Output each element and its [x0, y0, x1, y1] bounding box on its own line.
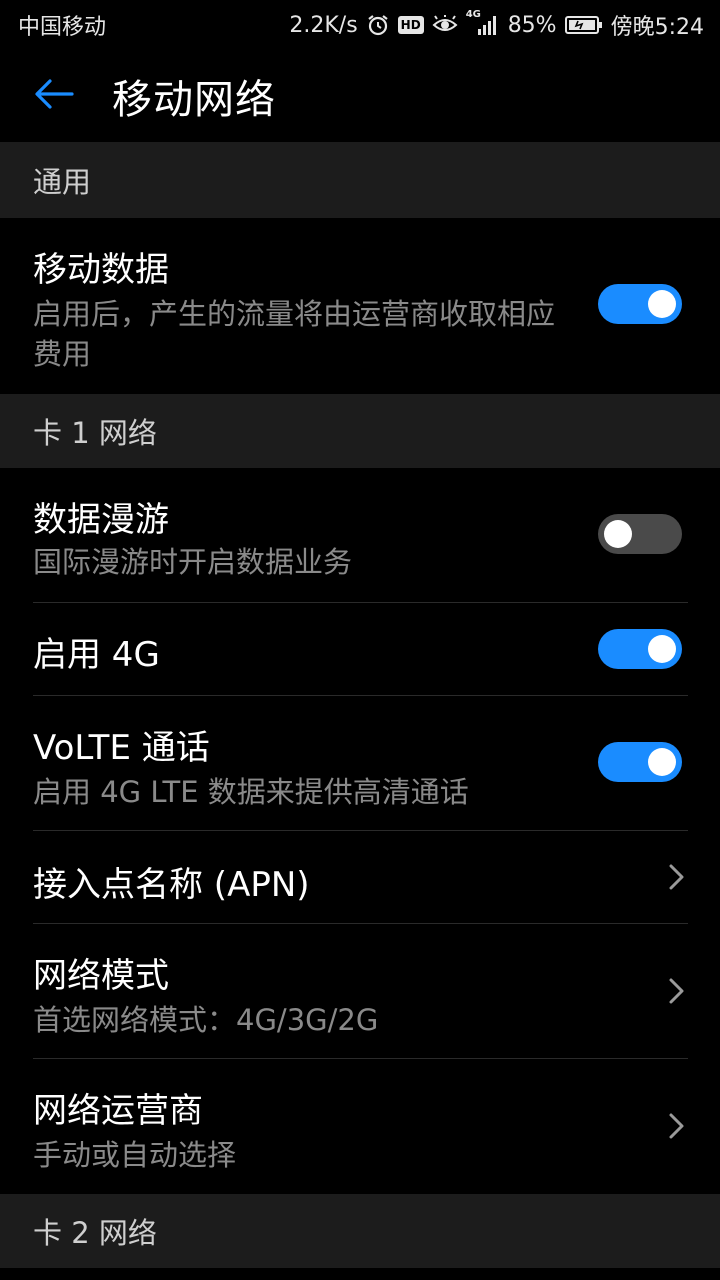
setting-subtitle: 首选网络模式：4G/3G/2G — [33, 1003, 379, 1037]
setting-subtitle: 启用后，产生的流量将由运营商收取相应费用 — [33, 297, 556, 371]
page-title: 移动网络 — [112, 77, 276, 123]
setting-network-mode[interactable]: 网络模式 首选网络模式：4G/3G/2G — [0, 924, 720, 1058]
eye-comfort-icon — [432, 15, 458, 35]
setting-enable-4g[interactable]: 启用 4G — [0, 603, 720, 695]
setting-subtitle: 启用 4G LTE 数据来提供高清通话 — [33, 775, 469, 809]
app-bar: 移动网络 — [0, 50, 720, 142]
enable-4g-toggle[interactable] — [598, 629, 682, 669]
alarm-icon — [366, 13, 390, 37]
setting-mobile-data[interactable]: 移动数据 启用后，产生的流量将由运营商收取相应费用 — [0, 218, 720, 394]
battery-icon — [564, 15, 603, 35]
back-button[interactable] — [0, 50, 112, 142]
clock: 傍晚5:24 — [610, 15, 704, 40]
setting-subtitle: 手动或自动选择 — [33, 1138, 237, 1172]
battery-level: 85% — [507, 12, 557, 38]
setting-network-operator[interactable]: 网络运营商 手动或自动选择 — [0, 1059, 720, 1193]
setting-title: 网络模式 — [33, 956, 169, 996]
setting-data-roaming[interactable]: 数据漫游 国际漫游时开启数据业务 — [0, 468, 720, 602]
setting-title: VoLTE 通话 — [33, 728, 210, 768]
section-header-general: 通用 — [0, 142, 720, 218]
chevron-right-icon — [669, 1113, 684, 1139]
setting-title: 移动数据 — [33, 250, 169, 290]
toggle-knob — [648, 748, 676, 776]
status-bar: 中国移动 2.2K/s HD 4G 85% 傍晚5:24 — [0, 0, 720, 50]
chevron-right-icon — [669, 864, 684, 890]
setting-subtitle: 国际漫游时开启数据业务 — [33, 545, 353, 579]
setting-title: 网络运营商 — [33, 1091, 203, 1131]
section-header-sim2: 卡 2 网络 — [0, 1194, 720, 1268]
section-header-label: 通用 — [33, 165, 92, 199]
setting-apn[interactable]: 接入点名称 (APN) — [0, 831, 720, 923]
chevron-right-icon — [669, 978, 684, 1004]
arrow-left-icon — [34, 78, 74, 114]
status-indicators: 2.2K/s HD 4G 85% 傍晚5:24 — [289, 9, 704, 41]
toggle-knob — [604, 520, 632, 548]
hd-voice-badge: HD — [397, 16, 424, 34]
net-speed: 2.2K/s — [289, 12, 358, 38]
signal-icon: 4G — [466, 9, 500, 37]
section-header-label: 卡 1 网络 — [33, 416, 157, 450]
setting-title: 接入点名称 (APN) — [33, 865, 310, 905]
setting-title: 数据漫游 — [33, 500, 169, 540]
setting-title: 启用 4G — [33, 635, 160, 675]
toggle-knob — [648, 290, 676, 318]
carrier-name: 中国移动 — [18, 15, 107, 40]
data-roaming-toggle[interactable] — [598, 514, 682, 554]
section-header-label: 卡 2 网络 — [33, 1216, 157, 1250]
volte-toggle[interactable] — [598, 742, 682, 782]
setting-volte[interactable]: VoLTE 通话 启用 4G LTE 数据来提供高清通话 — [0, 696, 720, 830]
toggle-knob — [648, 635, 676, 663]
section-header-sim1: 卡 1 网络 — [0, 394, 720, 468]
mobile-data-toggle[interactable] — [598, 284, 682, 324]
